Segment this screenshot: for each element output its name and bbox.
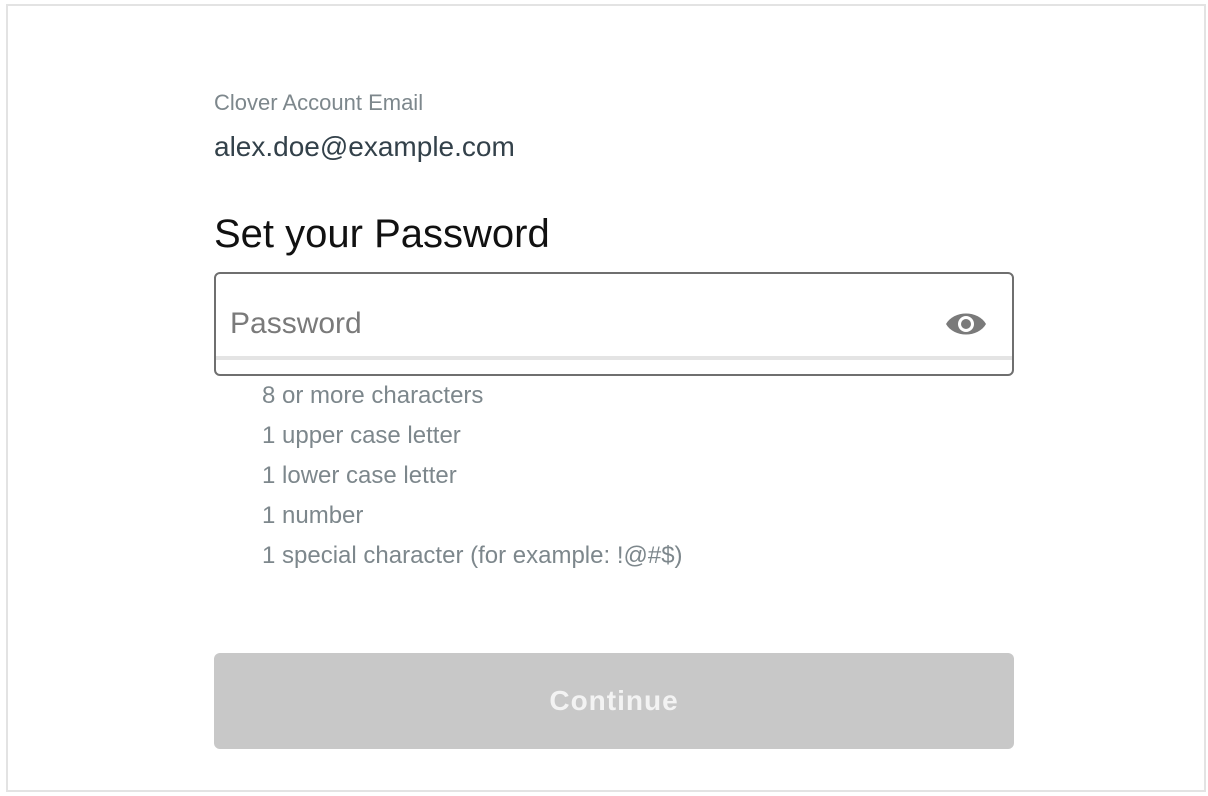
requirement-lowercase: 1 lower case letter	[262, 462, 457, 489]
requirement-uppercase: 1 upper case letter	[262, 422, 461, 449]
requirement-number: 1 number	[262, 502, 364, 529]
password-field-container	[214, 272, 1014, 376]
card-frame: Clover Account Email alex.doe@example.co…	[6, 4, 1206, 792]
password-strength-bar	[216, 356, 1012, 360]
eye-icon[interactable]	[944, 306, 988, 342]
requirement-special: 1 special character (for example: !@#$)	[262, 542, 683, 569]
email-value: alex.doe@example.com	[214, 131, 515, 162]
password-input[interactable]	[216, 274, 916, 356]
requirement-length: 8 or more characters	[262, 382, 484, 409]
email-label: Clover Account Email	[214, 90, 424, 115]
continue-button[interactable]: Continue	[214, 653, 1014, 749]
password-requirements-list: 8 or more characters 1 upper case letter…	[262, 378, 683, 578]
page-title: Set your Password	[214, 212, 550, 256]
